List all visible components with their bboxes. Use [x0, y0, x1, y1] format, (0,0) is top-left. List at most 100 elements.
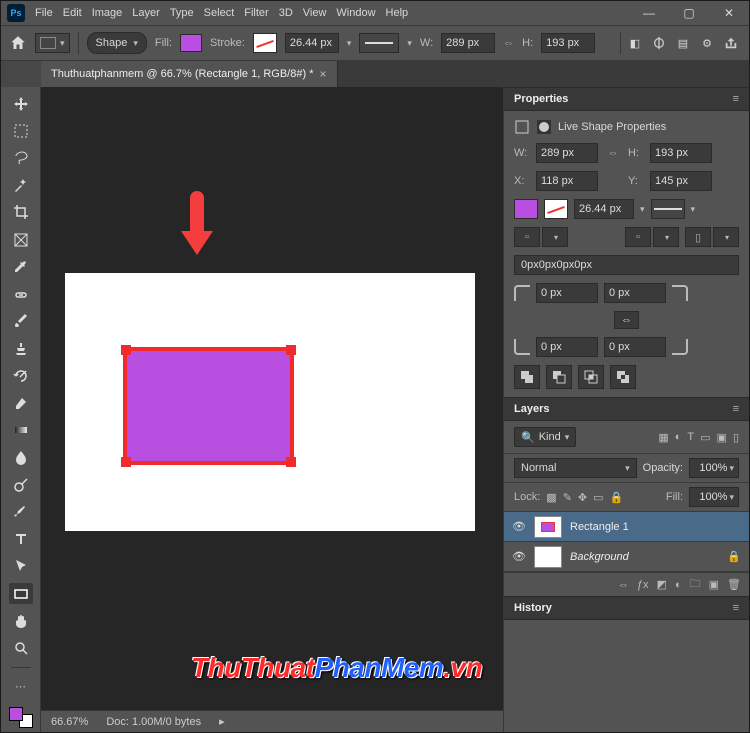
history-panel-header[interactable]: History ≡	[504, 596, 749, 620]
layer-lock-icon[interactable]: 🔒	[727, 550, 741, 563]
close-button[interactable]: ✕	[709, 1, 749, 25]
transform-handle-bl[interactable]	[121, 457, 131, 467]
visibility-icon[interactable]: 👁	[512, 520, 526, 533]
opacity-input[interactable]: 100%	[689, 458, 739, 478]
path-selection-tool[interactable]	[9, 556, 33, 577]
fill-swatch[interactable]	[180, 34, 202, 52]
lasso-tool[interactable]	[9, 147, 33, 168]
filter-toggle-icon[interactable]: ▯	[733, 431, 739, 444]
align-style-icon[interactable]: ▯	[685, 227, 711, 247]
document-canvas[interactable]	[65, 273, 475, 531]
eyedropper-tool[interactable]	[9, 256, 33, 277]
layer-name[interactable]: Background	[570, 551, 629, 563]
adjustment-layer-icon[interactable]: ◐	[675, 579, 682, 591]
crop-tool[interactable]	[9, 202, 33, 223]
stroke-style-caret[interactable]	[407, 37, 412, 49]
hand-tool[interactable]	[9, 610, 33, 631]
stroke-width-caret[interactable]	[640, 203, 645, 215]
move-tool[interactable]	[9, 93, 33, 114]
radius-tl-input[interactable]: 0 px	[536, 283, 598, 303]
menu-image[interactable]: Image	[92, 7, 123, 19]
path-op-subtract-icon[interactable]	[546, 365, 572, 389]
shape-mode-select[interactable]: Shape	[87, 32, 147, 54]
prop-stroke-width-input[interactable]: 26.44 px	[574, 199, 634, 219]
transform-handle-tl[interactable]	[121, 345, 131, 355]
layer-name[interactable]: Rectangle 1	[570, 521, 629, 533]
history-brush-tool[interactable]	[9, 365, 33, 386]
prop-stroke-swatch[interactable]	[544, 199, 568, 219]
gradient-tool[interactable]	[9, 420, 33, 441]
filter-pixel-icon[interactable]: ▦	[658, 431, 668, 444]
arrange-icon[interactable]: ▤	[673, 33, 693, 53]
edit-toolbar-icon[interactable]: ⋯	[9, 675, 33, 696]
height-input[interactable]: 193 px	[541, 33, 595, 53]
corner-style-icon[interactable]: ▫	[625, 227, 651, 247]
marquee-tool[interactable]	[9, 120, 33, 141]
path-ops-icon[interactable]: ◧	[625, 33, 645, 53]
rectangle-tool[interactable]	[9, 583, 33, 604]
foreground-color-swatch[interactable]	[9, 707, 23, 721]
panel-menu-icon[interactable]: ≡	[733, 403, 739, 415]
menu-help[interactable]: Help	[386, 7, 409, 19]
stroke-width-caret[interactable]	[347, 37, 352, 49]
radius-br-input[interactable]: 0 px	[604, 337, 666, 357]
prop-fill-swatch[interactable]	[514, 199, 538, 219]
eraser-tool[interactable]	[9, 392, 33, 413]
minimize-button[interactable]: —	[629, 1, 669, 25]
panel-menu-icon[interactable]: ≡	[733, 93, 739, 105]
cap-style-icon[interactable]: ▫	[514, 227, 540, 247]
stroke-style-caret[interactable]	[691, 203, 696, 215]
foreground-background-colors[interactable]	[9, 707, 33, 728]
magic-wand-tool[interactable]	[9, 175, 33, 196]
filter-shape-icon[interactable]: ▭	[700, 431, 710, 444]
filter-type-icon[interactable]: T	[687, 431, 694, 444]
dodge-tool[interactable]	[9, 474, 33, 495]
frame-tool[interactable]	[9, 229, 33, 250]
layer-filter-kind[interactable]: 🔍 Kind	[514, 427, 576, 447]
pen-tool[interactable]	[9, 501, 33, 522]
radius-summary-input[interactable]: 0px0px0px0px	[514, 255, 739, 275]
link-wh-icon[interactable]: ⇔	[604, 147, 622, 159]
menu-filter[interactable]: Filter	[244, 7, 268, 19]
filter-adjust-icon[interactable]: ◐	[675, 431, 682, 444]
maximize-button[interactable]: ▢	[669, 1, 709, 25]
blur-tool[interactable]	[9, 447, 33, 468]
lock-all-icon[interactable]: 🔒	[610, 491, 624, 504]
home-icon[interactable]	[9, 34, 27, 52]
close-tab-icon[interactable]: ×	[319, 67, 326, 81]
menu-type[interactable]: Type	[170, 7, 194, 19]
transform-handle-tr[interactable]	[286, 345, 296, 355]
lock-transparency-icon[interactable]: ▩	[546, 491, 556, 504]
menu-window[interactable]: Window	[336, 7, 375, 19]
layer-style-icon[interactable]: ƒx	[637, 579, 649, 591]
rectangle-shape[interactable]	[127, 351, 290, 461]
corner-style-caret[interactable]	[653, 227, 679, 247]
share-icon[interactable]	[721, 33, 741, 53]
menu-file[interactable]: File	[35, 7, 53, 19]
group-icon[interactable]: 🗀	[690, 575, 701, 594]
new-layer-icon[interactable]: ▣	[709, 578, 719, 591]
align-icon[interactable]	[649, 33, 669, 53]
layer-row[interactable]: 👁 Rectangle 1	[504, 512, 749, 542]
path-op-exclude-icon[interactable]	[610, 365, 636, 389]
document-tab[interactable]: Thuthuatphanmem @ 66.7% (Rectangle 1, RG…	[41, 61, 338, 87]
panel-menu-icon[interactable]: ≡	[733, 602, 739, 614]
stroke-style-preview[interactable]	[359, 33, 399, 53]
properties-panel-header[interactable]: Properties ≡	[504, 87, 749, 111]
layers-panel-header[interactable]: Layers ≡	[504, 397, 749, 421]
blend-mode-select[interactable]: Normal	[514, 458, 637, 478]
prop-stroke-style[interactable]	[651, 199, 685, 219]
lock-paint-icon[interactable]: ✎	[563, 491, 572, 504]
menu-edit[interactable]: Edit	[63, 7, 82, 19]
visibility-icon[interactable]: 👁	[512, 550, 526, 563]
radius-tr-input[interactable]: 0 px	[604, 283, 666, 303]
brush-tool[interactable]	[9, 311, 33, 332]
prop-y-input[interactable]: 145 px	[650, 171, 712, 191]
gear-icon[interactable]: ⚙	[697, 33, 717, 53]
link-layers-icon[interactable]: ⇔	[618, 579, 629, 591]
healing-brush-tool[interactable]	[9, 284, 33, 305]
prop-x-input[interactable]: 118 px	[536, 171, 598, 191]
status-caret-icon[interactable]: ▸	[219, 715, 225, 728]
menu-select[interactable]: Select	[204, 7, 235, 19]
status-zoom[interactable]: 66.67%	[51, 716, 88, 728]
